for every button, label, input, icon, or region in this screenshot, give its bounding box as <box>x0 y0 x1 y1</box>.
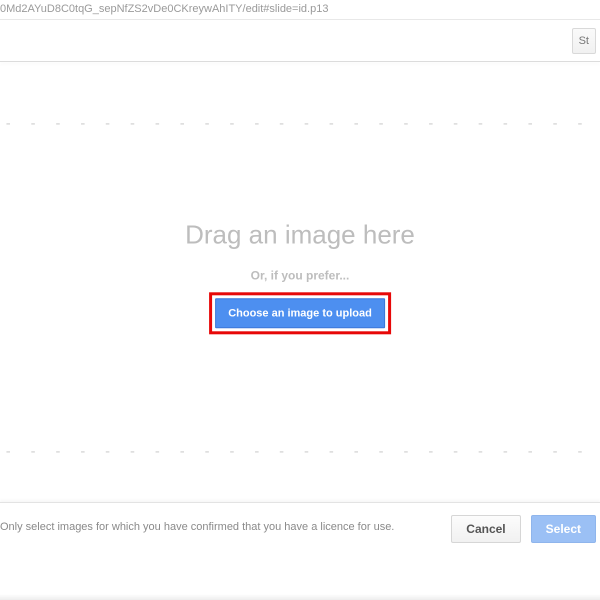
url-text: 0Md2AYuD8C0tqG_sepNfZS2vDe0CKreywAhITY/e… <box>0 3 328 15</box>
footer-actions: Cancel Select <box>451 515 596 543</box>
spacer <box>0 456 600 502</box>
bottom-shadow <box>0 594 600 600</box>
cancel-button[interactable]: Cancel <box>451 515 520 543</box>
spacer <box>0 62 600 116</box>
select-button[interactable]: Select <box>531 515 596 543</box>
toolbar-strip: St <box>0 20 600 62</box>
image-drop-zone[interactable]: - - - - - - - - - - - - - - - - - - - - … <box>4 116 596 456</box>
upload-button-highlight: Choose an image to upload <box>209 292 391 334</box>
dialog-footer: Only select images for which you have co… <box>0 502 600 580</box>
toolbar-right-button[interactable]: St <box>572 28 596 54</box>
choose-image-upload-button[interactable]: Choose an image to upload <box>215 298 385 328</box>
drop-zone-border-top: - - - - - - - - - - - - - - - - - - - - … <box>4 116 596 128</box>
drop-zone-title: Drag an image here <box>185 219 415 250</box>
drop-zone-content: Drag an image here Or, if you prefer... … <box>185 219 415 334</box>
url-bar: 0Md2AYuD8C0tqG_sepNfZS2vDe0CKreywAhITY/e… <box>0 0 600 20</box>
drop-zone-subtitle: Or, if you prefer... <box>185 268 415 282</box>
drop-zone-border-bottom: - - - - - - - - - - - - - - - - - - - - … <box>4 444 596 456</box>
